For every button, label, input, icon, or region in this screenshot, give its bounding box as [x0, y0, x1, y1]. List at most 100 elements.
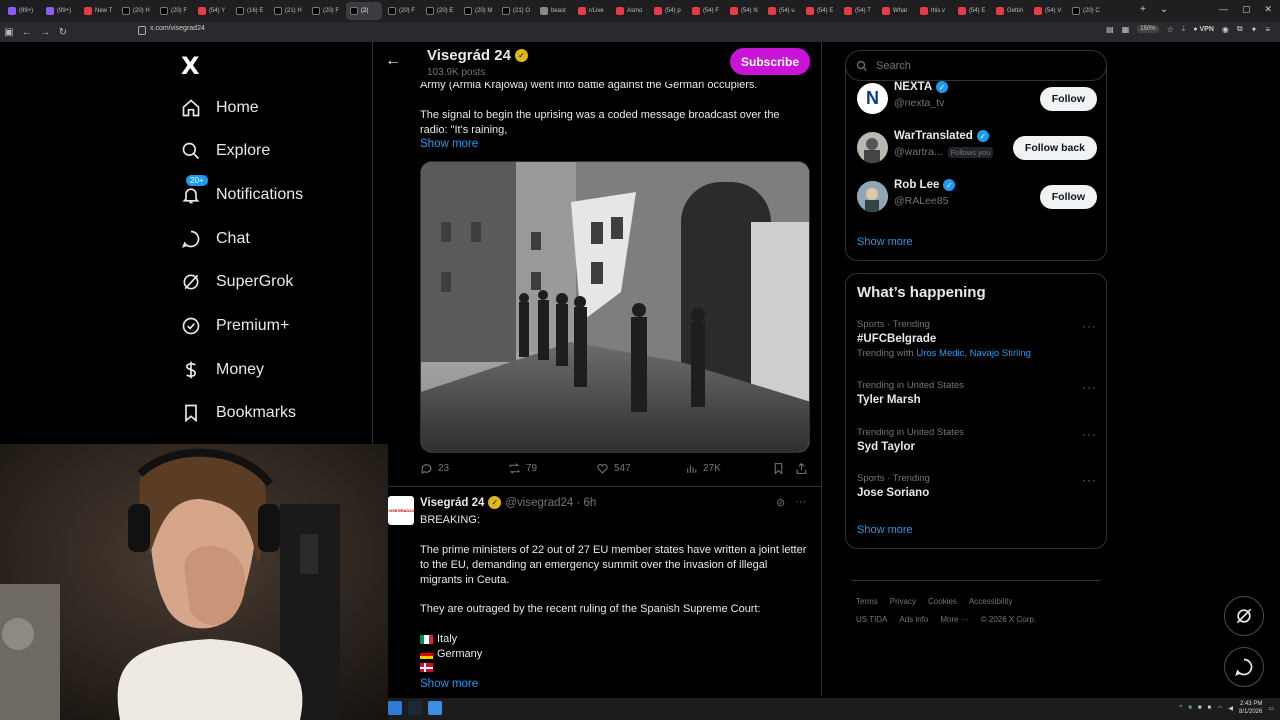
browser-tab[interactable]: New T [80, 2, 116, 20]
menu-icon[interactable]: ≡ [1265, 25, 1270, 34]
follow-button[interactable]: Follow [1039, 87, 1097, 111]
browser-tab[interactable]: beast [536, 2, 572, 20]
nexta-avatar[interactable]: N [857, 83, 888, 114]
maximize-icon[interactable]: ▢ [1242, 4, 1251, 15]
more-options-icon[interactable]: ··· [1082, 319, 1097, 333]
tweet2-avatar[interactable]: VISEGRAD24 [388, 496, 414, 525]
nav-home[interactable]: Home [180, 93, 259, 123]
reply-button[interactable]: 23 [420, 462, 449, 475]
tray-app-icon[interactable]: ■ [1188, 705, 1192, 711]
site-info-icon[interactable] [138, 26, 146, 35]
like-button[interactable]: 547 [596, 462, 631, 475]
footer-accessibility[interactable]: Accessibility [969, 597, 1013, 606]
browser-tab[interactable]: (20) C [1068, 2, 1104, 20]
reader-icon[interactable]: ▤ [1106, 25, 1114, 34]
steam-icon[interactable] [408, 701, 422, 715]
puzzle-icon[interactable]: ✦ [1251, 25, 1258, 34]
nav-bookmarks[interactable]: Bookmarks [180, 398, 296, 428]
extensions-icon[interactable]: ⧉ [1237, 24, 1243, 34]
browser-tab[interactable]: (20) M [460, 2, 496, 20]
trend-with-links[interactable]: Uros Medic, Navajo Stirling [916, 348, 1031, 359]
footer-cookies[interactable]: Cookies [928, 597, 957, 606]
search-input[interactable]: Search [845, 50, 1107, 81]
trend-item[interactable]: Sports · Trending #UFCBelgrade Trending … [857, 319, 1097, 359]
browser-tab[interactable]: (54) F [688, 2, 724, 20]
footer-ads-info[interactable]: Ads info [899, 615, 928, 624]
chevron-down-icon[interactable]: ⌄ [1160, 4, 1168, 15]
screenshot-icon[interactable]: ▦ [1122, 25, 1130, 34]
browser-tab[interactable]: (99+) [4, 2, 40, 20]
messages-fab-button[interactable] [1224, 647, 1264, 687]
nav-notifications[interactable]: 20+ Notifications [180, 174, 303, 210]
tray-app-icon[interactable]: ■ [1198, 705, 1202, 711]
trend-item[interactable]: Trending in United States Syd Taylor ··· [857, 427, 1097, 453]
tweet2-handle-time[interactable]: @visegrad24 · 6h [505, 497, 596, 509]
roblee-avatar[interactable] [857, 181, 888, 212]
url-field[interactable]: x.com/visegrad24 [150, 25, 205, 32]
subscribe-button[interactable]: Subscribe [730, 48, 810, 75]
tweet2-show-more[interactable]: Show more [420, 678, 478, 690]
nav-premium[interactable]: Premium+ [180, 311, 289, 341]
trend-item[interactable]: Trending in United States Tyler Marsh ··… [857, 380, 1097, 406]
download-icon[interactable]: ⤓ [1182, 24, 1186, 34]
tray-app-icon[interactable]: ■ [1207, 705, 1211, 711]
wifi-icon[interactable]: ◠ [1217, 705, 1222, 712]
footer-terms[interactable]: Terms [856, 597, 878, 606]
repost-button[interactable]: 79 [508, 462, 537, 475]
trends-show-more[interactable]: Show more [857, 524, 913, 536]
app-icon[interactable] [428, 701, 442, 715]
close-icon[interactable]: ✕ [1264, 4, 1272, 15]
browser-tab[interactable]: (20) E [422, 2, 458, 20]
zoom-level[interactable]: 150% [1137, 25, 1159, 33]
forward-icon[interactable]: → [36, 27, 54, 38]
more-options-icon[interactable]: ··· [1082, 473, 1097, 487]
bookmark-button[interactable] [772, 462, 785, 475]
browser-tab[interactable]: r/Live [574, 2, 610, 20]
browser-tab[interactable]: (54) u [764, 2, 800, 20]
browser-tab[interactable]: (16) E [232, 2, 268, 20]
browser-tab[interactable]: (20) H [118, 2, 154, 20]
browser-tab[interactable]: (54) T [840, 2, 876, 20]
tweet1-show-more[interactable]: Show more [420, 138, 478, 150]
browser-tab[interactable]: Gettin [992, 2, 1028, 20]
browser-tab[interactable]: (54) E [954, 2, 990, 20]
nav-chat[interactable]: Chat [180, 224, 250, 254]
taskbar-clock[interactable]: 2:43 PM 8/1/2026 [1239, 700, 1262, 716]
app-icon[interactable] [388, 701, 402, 715]
browser-tab[interactable]: (54) V [1030, 2, 1066, 20]
browser-tab[interactable]: (21) O [498, 2, 534, 20]
follow-button[interactable]: Follow [1039, 185, 1097, 209]
grok-fab-button[interactable] [1224, 596, 1264, 636]
reload-icon[interactable]: ↻ [54, 27, 72, 38]
bookmark-star-icon[interactable]: ☆ [1167, 25, 1174, 34]
notification-center-icon[interactable]: ▭ [1268, 705, 1274, 712]
sidebar-toggle-icon[interactable]: ▣ [0, 27, 18, 38]
footer-us-tida[interactable]: US TIDA [856, 615, 887, 624]
nav-supergrok[interactable]: SuperGrok [180, 267, 293, 297]
browser-tab[interactable]: this v [916, 2, 952, 20]
follow-row-nexta[interactable]: N NEXTA ✓ @nexta_tv Follow [857, 79, 1097, 119]
trend-item[interactable]: Sports · Trending Jose Soriano ··· [857, 473, 1097, 499]
browser-tab[interactable]: (2( [346, 2, 382, 20]
footer-privacy[interactable]: Privacy [890, 597, 916, 606]
new-tab-icon[interactable]: + [1140, 4, 1146, 15]
wartranslated-avatar[interactable] [857, 132, 888, 163]
minimize-icon[interactable]: — [1219, 4, 1228, 15]
tweet1-photo[interactable] [420, 161, 810, 453]
browser-tab[interactable]: (54) Y [194, 2, 230, 20]
follow-back-button[interactable]: Follow back [1012, 136, 1097, 160]
browser-tab[interactable]: (21) H [270, 2, 306, 20]
more-options-icon[interactable]: ··· [1082, 380, 1097, 394]
account-icon[interactable]: ◉ [1222, 25, 1229, 34]
browser-tab[interactable]: (20) F [308, 2, 344, 20]
follow-row-roblee[interactable]: Rob Lee ✓ @RALee85 Follow [857, 177, 1097, 217]
browser-tab[interactable]: (54) p [650, 2, 686, 20]
browser-tab[interactable]: (99+) [42, 2, 78, 20]
nav-explore[interactable]: Explore [180, 136, 270, 166]
browser-tab[interactable]: What [878, 2, 914, 20]
browser-tab[interactable]: (20) F [156, 2, 192, 20]
footer-more[interactable]: More ··· [940, 615, 968, 624]
back-arrow-icon[interactable]: ← [385, 52, 401, 70]
back-icon[interactable]: ← [18, 27, 36, 38]
views-button[interactable]: 27K [685, 462, 721, 475]
